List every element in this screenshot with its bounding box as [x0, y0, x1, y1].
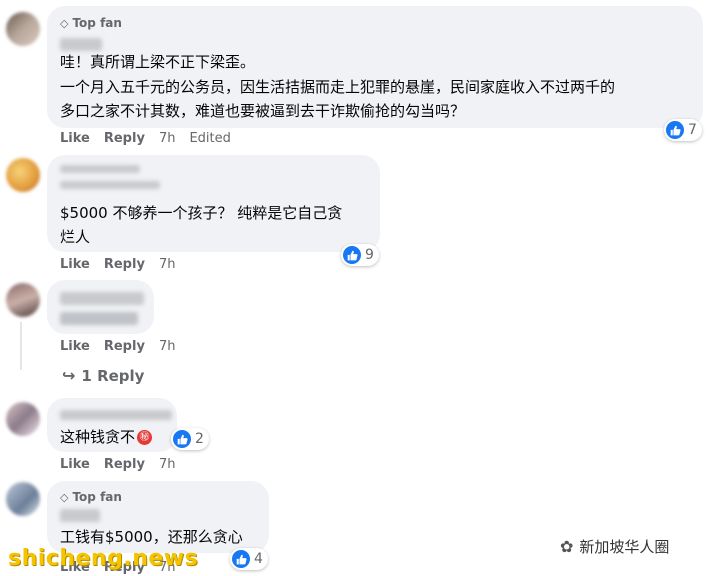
like-button[interactable]: Like [60, 131, 90, 146]
thumbs-up-icon [343, 246, 361, 264]
avatar[interactable] [6, 283, 40, 317]
like-button[interactable]: Like [60, 339, 90, 354]
avatar[interactable] [6, 158, 40, 192]
avatar[interactable] [6, 482, 40, 516]
account-name: 新加坡华人圈 [579, 538, 670, 556]
reply-thread-curve [20, 368, 60, 370]
comment-line: 烂人 [60, 228, 91, 246]
comment-actions: Like Reply 7h [60, 457, 175, 472]
reaction-count[interactable]: 9 [341, 244, 379, 266]
commenter-name[interactable] [60, 165, 140, 173]
like-button[interactable]: Like [60, 457, 90, 472]
commenter-name[interactable] [60, 410, 172, 420]
reaction-number: 7 [688, 122, 697, 138]
comment-line: 工钱有$5000，还那么贪心 [60, 528, 243, 546]
comment-line: $5000 不够养一个孩子？ 纯粹是它自己贪 [60, 204, 343, 222]
wechat-icon: ✿ [560, 537, 574, 556]
reaction-count[interactable]: 7 [664, 119, 702, 141]
thumbs-up-icon [232, 550, 250, 568]
comment-bubble [47, 280, 154, 334]
timestamp[interactable]: 7h [159, 339, 176, 354]
edited-label: Edited [189, 131, 231, 146]
timestamp[interactable]: 7h [159, 457, 176, 472]
reaction-number: 9 [365, 247, 374, 263]
thumbs-up-icon [173, 430, 191, 448]
commenter-name[interactable] [60, 292, 144, 305]
reply-button[interactable]: Reply [104, 339, 145, 354]
avatar[interactable] [6, 12, 40, 46]
comment-actions: Like Reply 7h Edited [60, 131, 231, 146]
reaction-count[interactable]: 4 [230, 548, 268, 570]
diamond-icon: ◇ [60, 16, 69, 30]
comment-line: 多口之家不计其数，难道也要被逼到去干诈欺偷抢的勾当吗？ [60, 102, 466, 120]
comment-text-hidden [60, 312, 138, 325]
comment-actions: Like Reply 7h [60, 339, 175, 354]
commenter-sub [60, 181, 160, 189]
site-watermark: shicheng.news [8, 546, 199, 571]
reply-button[interactable]: Reply [104, 131, 145, 146]
reply-button[interactable]: Reply [104, 257, 145, 272]
top-fan-label: Top fan [72, 490, 122, 504]
timestamp[interactable]: 7h [159, 131, 176, 146]
comment-line: 这种钱贪不㊙ [60, 426, 153, 448]
reaction-number: 4 [254, 551, 263, 567]
comment-line: 哇！真所谓上梁不正下梁歪。 [60, 53, 256, 71]
top-fan-badge: ◇ Top fan [60, 490, 122, 504]
reply-arrow-icon: ↪ [62, 366, 76, 385]
comment-actions: Like Reply 7h [60, 257, 175, 272]
comment-text: 这种钱贪不 [60, 428, 136, 446]
avatar[interactable] [6, 402, 40, 436]
commenter-name[interactable] [60, 38, 102, 51]
reaction-count[interactable]: 2 [171, 428, 209, 450]
thumbs-up-icon [666, 121, 684, 139]
timestamp[interactable]: 7h [159, 257, 176, 272]
reply-button[interactable]: Reply [104, 457, 145, 472]
like-button[interactable]: Like [60, 257, 90, 272]
comment-line: 一个月入五千元的公务员，因生活拮据而走上犯罪的悬崖，民间家庭收入不过两千的 [60, 78, 616, 96]
diamond-icon: ◇ [60, 490, 69, 504]
account-watermark: ✿ 新加坡华人圈 [560, 536, 669, 557]
view-replies-link[interactable]: ↪ 1 Reply [62, 366, 144, 385]
reaction-number: 2 [195, 431, 204, 447]
red-emoji-icon: ㊙ [137, 430, 153, 445]
top-fan-badge: ◇ Top fan [60, 16, 122, 30]
top-fan-label: Top fan [72, 16, 122, 30]
commenter-name[interactable] [60, 509, 100, 522]
reply-thread-line [20, 322, 22, 370]
replies-count: 1 Reply [81, 366, 145, 385]
